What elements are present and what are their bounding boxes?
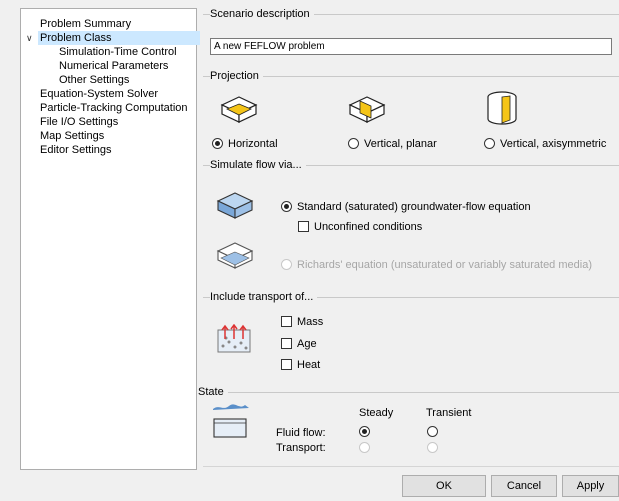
tree-item-other-settings[interactable]: Other Settings <box>59 73 129 87</box>
transport-heat-checkbox[interactable] <box>281 359 292 370</box>
projection-title: Projection <box>210 70 263 82</box>
tree-item-label: Editor Settings <box>40 144 112 156</box>
projection-section <box>203 76 619 77</box>
transport-mass-label: Mass <box>297 316 324 328</box>
vertical-axisymmetric-icon <box>487 91 517 125</box>
transport-steady-radio[interactable] <box>359 442 370 453</box>
tree-item-label: Problem Class <box>40 32 112 44</box>
tree-item-label: File I/O Settings <box>40 116 119 128</box>
projection-vertical-planar-radio[interactable] <box>348 138 359 149</box>
unconfined-checkbox[interactable] <box>298 221 309 232</box>
tree-item-editor-settings[interactable]: Editor Settings <box>40 143 112 157</box>
footer-divider <box>203 466 619 467</box>
cancel-button[interactable]: Cancel <box>491 475 557 497</box>
tree-item-numerical-parameters[interactable]: Numerical Parameters <box>59 59 168 73</box>
transport-age-label: Age <box>297 338 317 350</box>
state-title: State <box>198 386 228 398</box>
projection-vertical-axisymmetric-label: Vertical, axisymmetric <box>500 138 607 150</box>
tree-item-problem-summary[interactable]: Problem Summary <box>40 17 131 31</box>
flow-standard-label: Standard (saturated) groundwater-flow eq… <box>297 201 531 213</box>
richards-flow-icon <box>216 242 254 269</box>
tree-item-label: Other Settings <box>59 74 130 86</box>
transport-transient-radio[interactable] <box>427 442 438 453</box>
transport-icon <box>217 324 251 353</box>
state-transport-label: Transport: <box>276 442 326 454</box>
projection-vertical-axisymmetric-radio[interactable] <box>484 138 495 149</box>
state-steady-header: Steady <box>359 407 394 419</box>
tree-item-particle-tracking[interactable]: Particle-Tracking Computation <box>40 101 188 115</box>
state-fluid-flow-label: Fluid flow: <box>276 427 326 439</box>
scenario-description-input[interactable] <box>210 38 612 55</box>
tree-item-label: Problem Summary <box>40 18 132 30</box>
tree-item-simulation-time-control[interactable]: Simulation-Time Control <box>59 45 177 59</box>
state-icon <box>213 404 249 438</box>
state-section <box>203 392 619 393</box>
tree-item-label: Particle-Tracking Computation <box>40 102 188 114</box>
chevron-down-icon[interactable]: ∨ <box>26 31 33 45</box>
unconfined-label: Unconfined conditions <box>314 221 423 233</box>
vertical-planar-icon <box>348 96 386 123</box>
tree-item-label: Map Settings <box>40 130 105 142</box>
saturated-flow-icon <box>216 192 254 219</box>
tree-item-map-settings[interactable]: Map Settings <box>40 129 104 143</box>
tree-item-label: Numerical Parameters <box>59 60 169 72</box>
fluid-flow-steady-radio[interactable] <box>359 426 370 437</box>
transport-heat-label: Heat <box>297 359 321 371</box>
ok-button[interactable]: OK <box>402 475 486 497</box>
tree-item-label: Simulation-Time Control <box>59 46 177 58</box>
problem-class-panel: Scenario description Projection Horizont… <box>197 8 619 468</box>
settings-tree[interactable]: Problem Summary ∨ Problem Class Simulati… <box>20 8 200 470</box>
transport-age-checkbox[interactable] <box>281 338 292 349</box>
transport-mass-checkbox[interactable] <box>281 316 292 327</box>
projection-horizontal-radio[interactable] <box>212 138 223 149</box>
transport-title: Include transport of... <box>210 291 318 303</box>
projection-vertical-planar-label: Vertical, planar <box>364 138 437 150</box>
projection-horizontal-label: Horizontal <box>228 138 278 150</box>
fluid-flow-transient-radio[interactable] <box>427 426 438 437</box>
tree-item-label: Equation-System Solver <box>40 88 158 100</box>
state-transient-header: Transient <box>426 407 472 419</box>
horizontal-projection-icon <box>220 96 258 123</box>
flow-title: Simulate flow via... <box>210 159 306 171</box>
scenario-title: Scenario description <box>210 8 314 20</box>
tree-item-problem-class[interactable]: Problem Class <box>38 31 200 45</box>
tree-item-equation-system-solver[interactable]: Equation-System Solver <box>40 87 158 101</box>
tree-item-file-io-settings[interactable]: File I/O Settings <box>40 115 118 129</box>
flow-richards-radio[interactable] <box>281 259 292 270</box>
apply-button[interactable]: Apply <box>562 475 619 497</box>
flow-richards-label: Richards' equation (unsaturated or varia… <box>297 259 592 271</box>
flow-standard-radio[interactable] <box>281 201 292 212</box>
